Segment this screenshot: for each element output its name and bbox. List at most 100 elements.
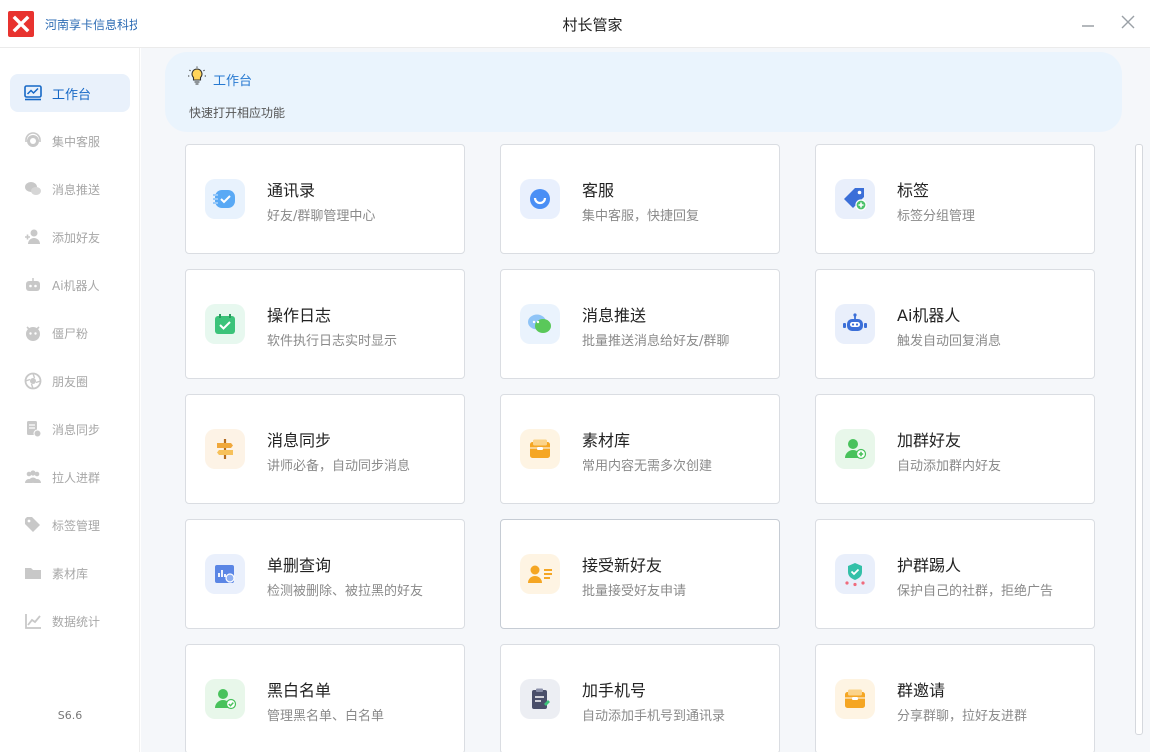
tag-icon [835,179,875,219]
sidebar-item-moments[interactable]: 朋友圈 [10,362,130,400]
sidebar: 工作台 集中客服 消息推送 添加好友 Ai机器人 僵尸粉 朋友圈 消息同步 拉人… [0,48,140,752]
sidebar-item-label: Ai机器人 [52,278,100,293]
add-friend-icon [23,227,43,247]
sidebar-item-label: 消息同步 [52,422,101,437]
card-add-group-friends[interactable]: 加群好友 自动添加群内好友 [815,394,1095,504]
banner-subtitle: 快速打开相应功能 [189,106,286,120]
card-title: 客服 [582,181,615,200]
card-description: 保护自己的社群，拒绝广告 [897,584,1054,599]
main-content: 工作台 快速打开相应功能 通讯录 好友/群聊管理中心 客服 集中客服，快捷回复 … [141,48,1150,752]
chat-icon [520,304,560,344]
card-title: 加手机号 [582,681,647,700]
sidebar-item-label: 拉人进群 [52,470,101,485]
sidebar-item-ai-robot[interactable]: Ai机器人 [10,266,130,304]
card-title: 群邀请 [897,681,946,700]
sidebar-item-label: 标签管理 [52,518,101,533]
card-description: 批量推送消息给好友/群聊 [582,334,730,349]
card-title: 黑白名单 [267,681,332,700]
card-description: 检测被删除、被拉黑的好友 [267,584,424,599]
card-description: 批量接受好友申请 [582,584,687,599]
sidebar-item-message-sync[interactable]: 消息同步 [10,410,130,448]
card-black-white-list[interactable]: 黑白名单 管理黑名单、白名单 [185,644,465,752]
card-title: Ai机器人 [897,306,961,325]
card-material-library[interactable]: 素材库 常用内容无需多次创建 [500,394,780,504]
sidebar-item-label: 集中客服 [52,134,101,149]
card-description: 管理黑名单、白名单 [267,709,385,724]
minimize-icon [1082,25,1094,27]
user-check-icon [205,679,245,719]
sidebar-item-workbench[interactable]: 工作台 [10,74,130,112]
tag-icon [23,515,43,535]
card-title: 素材库 [582,431,631,450]
workbench-banner: 工作台 快速打开相应功能 [165,52,1122,132]
chat-bubbles-icon [23,179,43,199]
card-title: 消息推送 [582,306,647,325]
sidebar-item-message-push[interactable]: 消息推送 [10,170,130,208]
sidebar-item-tag-management[interactable]: 标签管理 [10,506,130,544]
sidebar-item-data-statistics[interactable]: 数据统计 [10,602,130,640]
shield-icon [835,554,875,594]
card-accept-new-friends[interactable]: 接受新好友 批量接受好友申请 [500,519,780,629]
sidebar-item-material-library[interactable]: 素材库 [10,554,130,592]
sidebar-item-label: 工作台 [52,87,92,103]
card-single-delete-query[interactable]: 单删查询 检测被删除、被拉黑的好友 [185,519,465,629]
card-ai-robot[interactable]: Ai机器人 触发自动回复消息 [815,269,1095,379]
card-description: 讲师必备，自动同步消息 [267,459,411,474]
card-description: 集中客服，快捷回复 [582,209,700,224]
card-description: 软件执行日志实时显示 [267,334,398,349]
card-group-guard[interactable]: 护群踢人 保护自己的社群，拒绝广告 [815,519,1095,629]
minimize-button[interactable] [1078,12,1098,32]
window-title: 村长管家 [562,16,623,34]
card-title: 单删查询 [267,556,332,575]
card-description: 触发自动回复消息 [897,334,1002,349]
sidebar-item-label: 僵尸粉 [52,326,89,341]
card-description: 分享群聊，拉好友进群 [897,709,1028,724]
card-title: 操作日志 [267,306,332,325]
card-title: 加群好友 [897,431,962,450]
card-description: 标签分组管理 [897,209,976,224]
close-icon [1121,15,1135,29]
card-title: 通讯录 [267,181,316,200]
sidebar-item-zombie-fans[interactable]: 僵尸粉 [10,314,130,352]
card-customer-service[interactable]: 客服 集中客服，快捷回复 [500,144,780,254]
calendar-check-icon [205,304,245,344]
card-operation-log[interactable]: 操作日志 软件执行日志实时显示 [185,269,465,379]
sidebar-item-add-friend[interactable]: 添加好友 [10,218,130,256]
sidebar-item-label: 添加好友 [52,230,101,245]
close-button[interactable] [1118,12,1138,32]
card-title: 消息同步 [267,431,332,450]
banner-title: 工作台 [213,74,253,89]
card-message-sync[interactable]: 消息同步 讲师必备，自动同步消息 [185,394,465,504]
card-tags[interactable]: 标签 标签分组管理 [815,144,1095,254]
workbench-icon [23,83,43,103]
folder-icon [835,679,875,719]
card-title: 护群踢人 [897,556,962,575]
card-group-invite[interactable]: 群邀请 分享群聊，拉好友进群 [815,644,1095,752]
sidebar-item-pull-into-group[interactable]: 拉人进群 [10,458,130,496]
card-message-push[interactable]: 消息推送 批量推送消息给好友/群聊 [500,269,780,379]
aperture-icon [23,371,43,391]
card-contacts[interactable]: 通讯录 好友/群聊管理中心 [185,144,465,254]
card-description: 好友/群聊管理中心 [267,209,376,224]
signpost-icon [205,429,245,469]
sidebar-item-label: 消息推送 [52,182,101,197]
sidebar-item-customer-service[interactable]: 集中客服 [10,122,130,160]
folder-icon [520,429,560,469]
robot-icon [835,304,875,344]
vertical-scrollbar[interactable] [1135,144,1143,735]
folder-icon [23,563,43,583]
card-add-phone-number[interactable]: 加手机号 自动添加手机号到通讯录 [500,644,780,752]
sidebar-item-label: 素材库 [52,566,89,581]
report-icon [205,554,245,594]
lightbulb-icon [187,66,207,90]
add-user-icon [835,429,875,469]
title-bar: 河南享卡信息科技 村长管家 [0,0,1150,48]
card-title: 接受新好友 [582,556,663,575]
chart-icon [23,611,43,631]
robot-icon [23,275,43,295]
sync-doc-icon [23,419,43,439]
sidebar-item-label: 朋友圈 [52,374,89,389]
sidebar-item-label: 数据统计 [52,614,101,629]
contacts-icon [205,179,245,219]
card-description: 常用内容无需多次创建 [582,459,713,474]
